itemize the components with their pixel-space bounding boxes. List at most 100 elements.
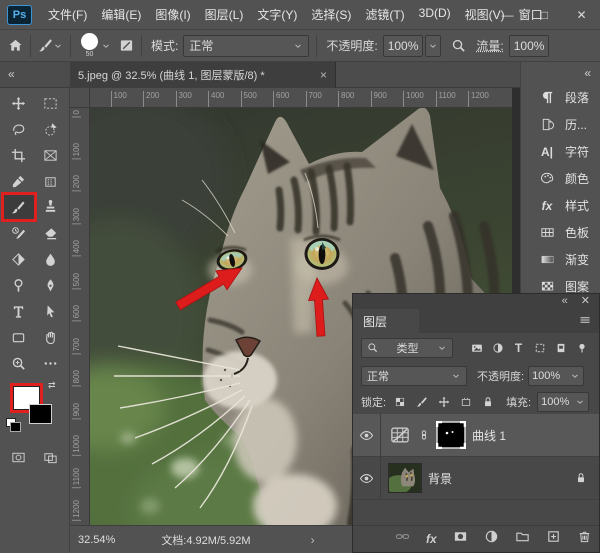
panel-close-icon[interactable]: ✕ [581, 296, 589, 307]
layer-opacity-field[interactable]: 100% [528, 366, 584, 386]
zoom-level-field[interactable]: 32.54% [78, 534, 115, 546]
lock-all[interactable] [480, 394, 496, 410]
curves-adjustment-icon[interactable] [388, 425, 412, 445]
path-select-tool[interactable] [35, 298, 67, 324]
rail-item-gradient[interactable]: 渐变 [521, 246, 600, 273]
dock-collapse-chevrons[interactable]: « [584, 66, 590, 80]
rail-item-history[interactable]: 历... [521, 111, 600, 138]
crop-tool[interactable] [3, 142, 35, 168]
v-ruler[interactable]: 0100200300400500600700800900100011001200 [70, 108, 90, 525]
layer-row-背景[interactable]: 背景 [353, 457, 599, 500]
minimize-button[interactable]: — [489, 0, 526, 30]
menu-item[interactable]: 编辑(E) [94, 6, 148, 23]
layer-content[interactable]: 背景 [381, 457, 575, 499]
menu-item[interactable]: 文件(F) [41, 6, 94, 23]
mask-link-icon[interactable] [418, 429, 430, 441]
new-adjustment-button[interactable] [484, 529, 499, 549]
search-icon[interactable] [451, 38, 466, 53]
rail-item-paragraph[interactable]: 段落 [521, 84, 600, 111]
more-tools[interactable] [35, 350, 67, 376]
ruler-corner[interactable] [70, 88, 90, 108]
flow-label[interactable]: 流量: [476, 37, 503, 54]
layer-content[interactable]: 曲线 1 [381, 414, 599, 456]
filter-type[interactable]: T [509, 338, 528, 357]
lasso-tool[interactable] [3, 116, 35, 142]
panel-menu-icon[interactable] [579, 314, 591, 326]
link-layers-button[interactable] [395, 529, 410, 549]
marquee-tool[interactable] [35, 90, 67, 116]
filter-kind-select[interactable]: 类型 [361, 338, 453, 358]
filter-adjustment[interactable] [488, 338, 507, 357]
add-mask-button[interactable] [453, 529, 468, 549]
layer-visibility-toggle[interactable] [353, 414, 381, 456]
clone-stamp-tool[interactable] [35, 194, 67, 220]
filter-shape[interactable] [530, 338, 549, 357]
brush-size-picker[interactable]: 50 [81, 33, 98, 58]
frame-tool[interactable] [35, 142, 67, 168]
eraser-tool[interactable] [35, 220, 67, 246]
filter-pin[interactable] [572, 338, 591, 357]
menu-item[interactable]: 滤镜(T) [358, 6, 411, 23]
maximize-button[interactable]: □ [526, 0, 563, 30]
swap-colors-icon[interactable]: ⇄ [48, 380, 56, 391]
type-tool[interactable] [3, 298, 35, 324]
layer-fill-field[interactable]: 100% [537, 392, 589, 412]
chevron-down-icon[interactable] [101, 41, 111, 51]
brush-settings-panel-icon[interactable] [119, 38, 134, 53]
opacity-input[interactable]: 100% [383, 35, 424, 57]
rail-item-color[interactable]: 颜色 [521, 165, 600, 192]
h-ruler[interactable]: 0100200300400500600700800900100011001200 [70, 88, 512, 108]
layer-style-button[interactable]: fx [426, 530, 437, 548]
flow-input[interactable]: 100% [509, 35, 550, 57]
brush-tool[interactable] [3, 194, 35, 220]
blend-mode-select[interactable]: 正常 [183, 35, 309, 57]
gradient-tool[interactable] [3, 246, 35, 272]
lock-artboard[interactable] [458, 394, 474, 410]
menu-item[interactable]: 图层(L) [198, 6, 251, 23]
rail-item-character[interactable]: A|字符 [521, 138, 600, 165]
lock-transparent[interactable] [392, 394, 408, 410]
history-brush-tool[interactable] [3, 220, 35, 246]
layer-visibility-toggle[interactable] [353, 457, 381, 499]
quick-select-tool[interactable] [35, 116, 67, 142]
filter-smart-object[interactable] [551, 338, 570, 357]
screen-mode[interactable] [35, 444, 67, 470]
close-button[interactable]: ✕ [563, 0, 600, 30]
panel-collapse-chevrons[interactable]: « [562, 296, 567, 307]
dodge-tool[interactable] [3, 272, 35, 298]
blur-tool[interactable] [35, 246, 67, 272]
tab-layers[interactable]: 图层 [353, 309, 419, 333]
move-tool[interactable] [3, 90, 35, 116]
new-layer-button[interactable] [546, 529, 561, 549]
filter-image[interactable] [467, 338, 486, 357]
status-options-chevron[interactable]: › [311, 533, 315, 547]
rail-item-swatches[interactable]: 色板 [521, 219, 600, 246]
quick-mask-mode[interactable] [3, 444, 35, 470]
hand-tool[interactable] [35, 324, 67, 350]
menu-item[interactable]: 图像(I) [148, 6, 197, 23]
background-color-swatch[interactable] [29, 404, 52, 424]
pen-tool[interactable] [35, 272, 67, 298]
menu-item[interactable]: 3D(D) [412, 6, 458, 23]
rectangle-tool[interactable] [3, 324, 35, 350]
menu-item[interactable]: 选择(S) [304, 6, 358, 23]
patch-tool[interactable] [35, 168, 67, 194]
eyedropper-tool[interactable] [3, 168, 35, 194]
layer-thumbnail[interactable] [388, 463, 422, 493]
lock-pixels[interactable] [414, 394, 430, 410]
menu-item[interactable]: 文字(Y) [250, 6, 304, 23]
chevron-down-icon[interactable] [53, 41, 63, 51]
layer-mask-thumbnail[interactable] [436, 421, 466, 449]
default-colors-icon[interactable] [6, 418, 16, 427]
opacity-dropdown[interactable] [425, 35, 441, 57]
lock-position[interactable] [436, 394, 452, 410]
delete-layer-button[interactable] [577, 529, 592, 549]
rail-item-styles[interactable]: fx样式 [521, 192, 600, 219]
document-tab[interactable]: 5.jpeg @ 32.5% (曲线 1, 图层蒙版/8) * × [70, 62, 336, 88]
collapse-chevrons-icon[interactable]: « [8, 67, 14, 81]
zoom-tool[interactable] [3, 350, 35, 376]
new-group-button[interactable] [515, 529, 530, 549]
photoshop-logo[interactable]: Ps [7, 5, 32, 25]
layer-row-曲线 1[interactable]: 曲线 1 [353, 414, 599, 457]
brush-preset-icon[interactable] [38, 38, 53, 53]
